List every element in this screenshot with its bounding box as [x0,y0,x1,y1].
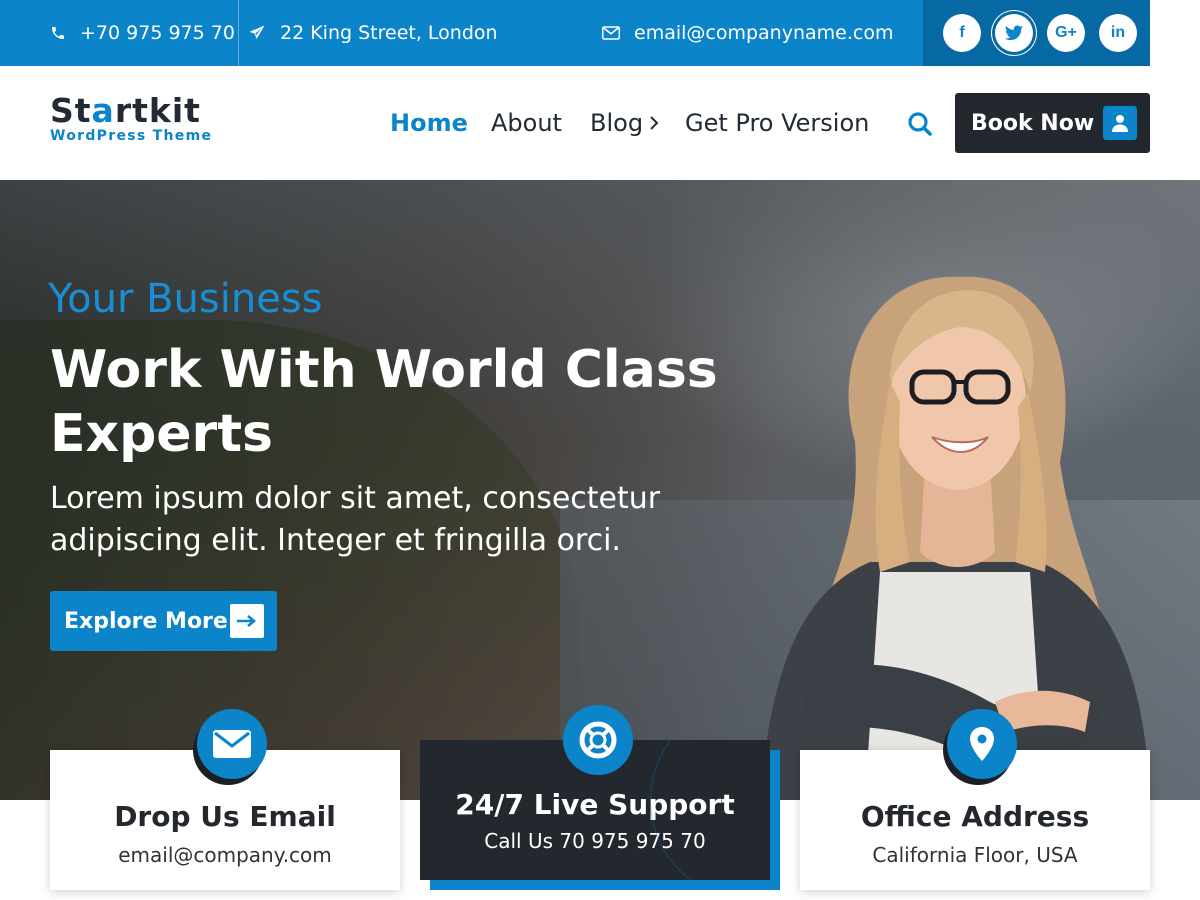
search-icon [908,112,932,136]
topbar-phone-text: +70 975 975 70 [80,22,235,44]
hero-title-line-2: Experts [50,404,274,464]
chevron-right-icon [650,116,659,130]
topbar-email-text: email@companyname.com [634,22,894,44]
decorative-arc [650,740,770,880]
logo-part-1: St [50,91,92,130]
google-plus-glyph: G+ [1055,24,1077,41]
topbar-phone[interactable]: +70 975 975 70 [50,0,235,66]
explore-more-button[interactable]: Explore More [50,591,277,651]
nav-blog-link[interactable]: Blog [590,109,659,137]
social-links: f G+ in [923,0,1150,66]
search-button[interactable] [906,110,934,138]
hero-description-line-2: adipiscing elit. Integer et fringilla or… [50,523,621,558]
hero-person-image [760,276,1150,800]
nav-blog-label: Blog [590,109,644,137]
facebook-icon[interactable]: f [943,14,981,52]
logo-wordmark: Startkit [50,94,212,128]
top-info-bar: +70 975 975 70 22 King Street, London em… [0,0,1200,66]
linkedin-glyph: in [1110,24,1126,41]
site-header: Startkit WordPress Theme Home About Blog… [0,66,1200,180]
nav-item-about[interactable]: About [491,66,562,180]
twitter-bird-glyph [1005,25,1023,41]
book-now-button[interactable]: Book Now [955,93,1150,153]
phone-icon [52,27,64,39]
envelope-outline-icon [602,26,620,40]
map-pin-icon [947,709,1017,779]
linkedin-icon[interactable]: in [1099,14,1137,52]
nav-pro-link[interactable]: Get Pro Version [685,109,869,137]
twitter-icon[interactable] [995,14,1033,52]
envelope-icon [197,709,267,779]
feature-card-title: Drop Us Email [114,800,336,833]
hero-description: Lorem ipsum dolor sit amet, consectetur … [50,478,730,562]
nav-item-pro[interactable]: Get Pro Version [685,66,869,180]
arrow-right-icon [230,604,264,638]
paper-plane-icon [249,25,265,39]
topbar-right-edge [1150,0,1200,66]
topbar-address: 22 King Street, London [248,0,498,66]
feature-card-subtitle: California Floor, USA [872,843,1078,867]
topbar-email[interactable]: email@companyname.com [602,0,893,66]
nav-item-blog[interactable]: Blog [590,66,659,180]
site-logo[interactable]: Startkit WordPress Theme [50,94,213,145]
hero-title: Work With World Class Experts [50,338,750,466]
book-now-label: Book Now [971,110,1095,136]
explore-more-label: Explore More [64,608,228,634]
hero-kicker: Your Business [48,276,323,322]
feature-card-title: Office Address [860,800,1090,833]
hero-description-line-1: Lorem ipsum dolor sit amet, consectetur [50,481,661,516]
facebook-glyph: f [959,24,965,41]
google-plus-icon[interactable]: G+ [1047,14,1085,52]
nav-about-link[interactable]: About [491,109,562,137]
topbar-address-text: 22 King Street, London [280,22,498,44]
topbar-divider [238,0,239,66]
feature-card-subtitle[interactable]: email@company.com [50,843,400,867]
hero-title-line-1: Work With World Class [50,340,718,400]
lifebuoy-icon [563,705,633,775]
logo-part-2: rtkit [114,91,201,130]
nav-home-link[interactable]: Home [390,109,468,137]
logo-tagline: WordPress Theme [50,128,213,144]
logo-part-accent: a [91,91,115,130]
nav-item-home[interactable]: Home [390,66,468,180]
user-icon [1103,106,1137,140]
